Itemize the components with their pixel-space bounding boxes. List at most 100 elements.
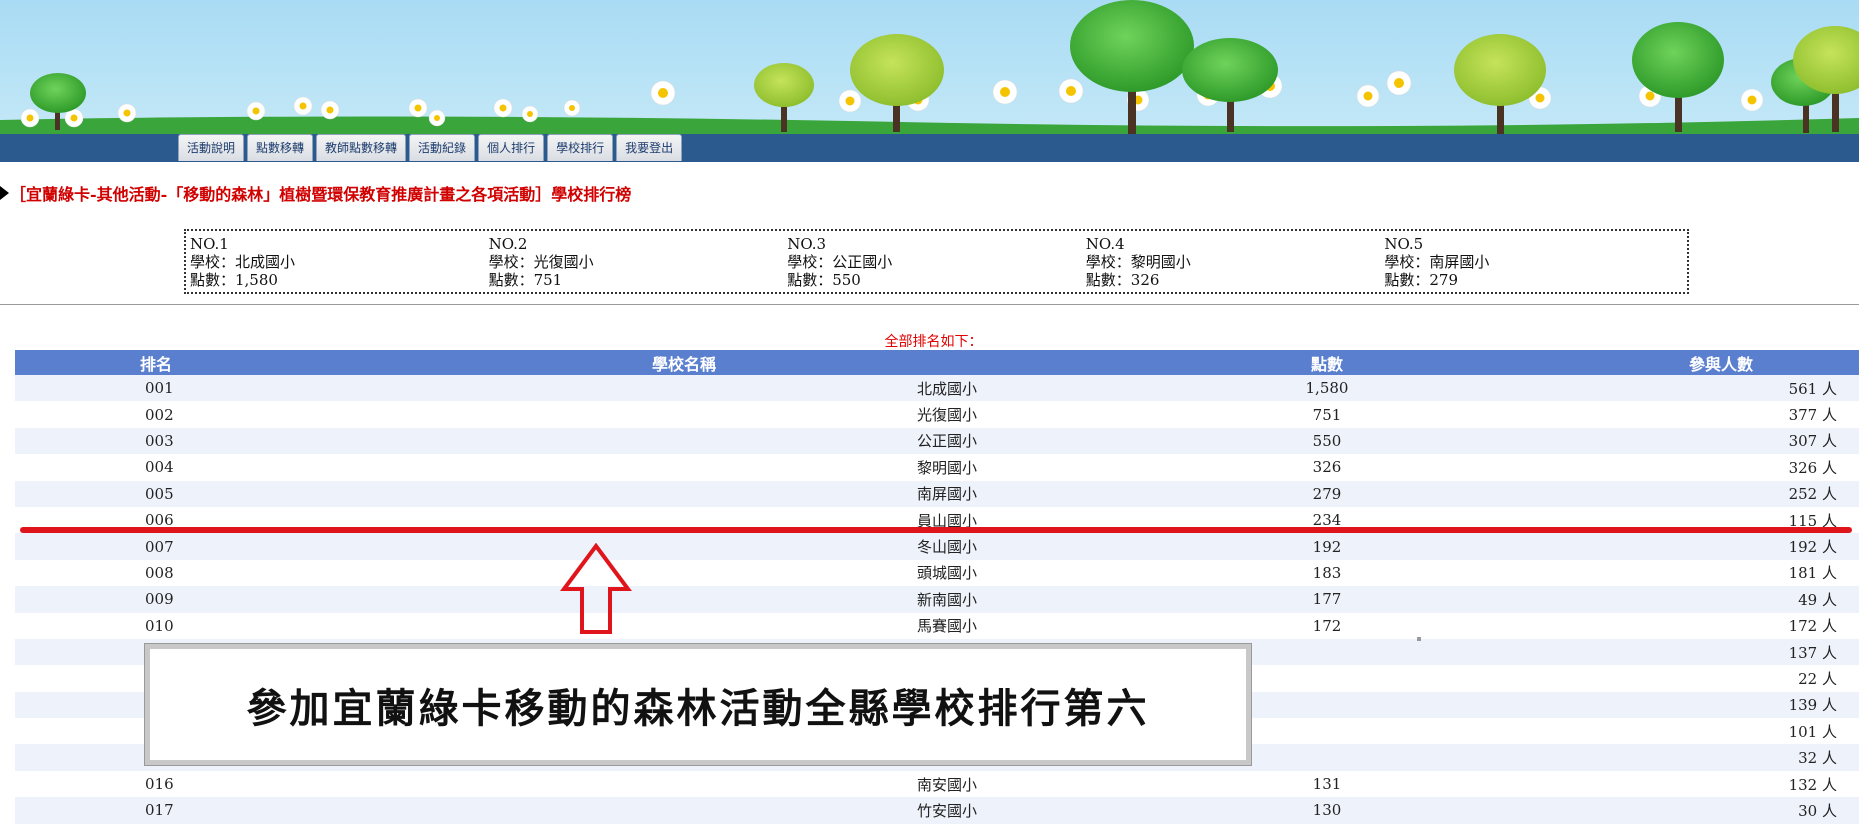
- table-row: 005 南屏國小 279 252 人: [15, 480, 1859, 507]
- column-header-points: 點數: [1071, 350, 1583, 375]
- cell-school-name: 新南國小: [297, 586, 1071, 613]
- cell-points: 183: [1071, 559, 1583, 587]
- cell-rank: 010: [15, 612, 297, 639]
- cell-points: 177: [1071, 586, 1583, 613]
- table-row: 004 黎明國小 326 326 人: [15, 454, 1859, 481]
- top5-summary: NO.1 學校：北成國小 點數：1,580 NO.2 學校：光復國小 點數：75…: [184, 229, 1689, 294]
- cell-points: 130: [1071, 797, 1583, 824]
- tab-teacher-points-transfer[interactable]: 教師點數移轉: [316, 134, 407, 161]
- caption-text: 參加宜蘭綠卡移動的森林活動全縣學校排行第六: [246, 684, 1150, 732]
- cell-participants: 32 人: [1583, 744, 1859, 771]
- cell-school-name: 頭城國小: [297, 559, 1071, 587]
- tab-activity-records[interactable]: 活動紀錄: [409, 134, 476, 161]
- top5-item: NO.3 學校：公正國小 點數：550: [787, 235, 1086, 292]
- cell-participants: 30 人: [1583, 797, 1859, 824]
- cell-participants: 181 人: [1583, 559, 1859, 587]
- tab-school-ranking[interactable]: 學校排行: [547, 134, 614, 161]
- column-header-participants: 參與人數: [1583, 350, 1859, 375]
- top5-school: 學校：黎明國小: [1085, 253, 1191, 271]
- table-row: 009 新南國小 177 49 人: [15, 586, 1859, 613]
- cell-participants: 49 人: [1583, 586, 1859, 613]
- cell-rank: 008: [15, 559, 297, 587]
- stray-mark: [1417, 637, 1421, 641]
- top5-points: 點數：550: [787, 271, 861, 289]
- table-row: 008 頭城國小 183 181 人: [15, 559, 1859, 587]
- cell-rank: 003: [15, 427, 297, 455]
- tab-logout[interactable]: 我要登出: [616, 134, 683, 161]
- cell-points: 550: [1071, 427, 1583, 455]
- cell-points: 279: [1071, 480, 1583, 507]
- top5-points: 點數：279: [1384, 271, 1459, 289]
- cell-points: 1,580: [1071, 375, 1583, 402]
- cell-points: 131: [1071, 770, 1583, 798]
- tab-points-transfer[interactable]: 點數移轉: [247, 134, 314, 161]
- top5-points: 點數：1,580: [190, 271, 278, 289]
- table-row: 007 冬山國小 192 192 人: [15, 533, 1859, 560]
- table-row: 010 馬賽國小 172 172 人: [15, 612, 1859, 639]
- page-title-row: ［宜蘭綠卡-其他活動-「移動的森林」植樹暨環保教育推廣計畫之各項活動］學校排行榜: [0, 183, 632, 204]
- cell-participants: 22 人: [1583, 665, 1859, 692]
- top5-school: 學校：光復國小: [488, 253, 594, 271]
- tab-activity-info[interactable]: 活動說明: [178, 134, 245, 161]
- cell-rank: 016: [15, 770, 297, 798]
- top5-item: NO.5 學校：南屏國小 點數：279: [1384, 235, 1683, 292]
- cell-rank: 017: [15, 797, 297, 824]
- divider: [0, 304, 1859, 305]
- cell-rank: 009: [15, 586, 297, 613]
- top5-rank: NO.4: [1085, 235, 1125, 253]
- cell-rank: 001: [15, 375, 297, 402]
- table-row: 003 公正國小 550 307 人: [15, 427, 1859, 455]
- cell-school-name: 馬賽國小: [297, 612, 1071, 639]
- all-ranking-label: 全部排名如下：: [884, 334, 983, 350]
- top5-rank: NO.1: [190, 235, 229, 253]
- cell-participants: 132 人: [1583, 770, 1859, 798]
- table-header-row: 排名 學校名稱 點數 參與人數: [15, 350, 1859, 375]
- cell-points: 172: [1071, 612, 1583, 639]
- cell-points: 326: [1071, 454, 1583, 481]
- cell-participants: 101 人: [1583, 718, 1859, 745]
- cell-rank: 005: [15, 480, 297, 507]
- top5-school: 學校：南屏國小: [1384, 253, 1490, 271]
- table-row: 002 光復國小 751 377 人: [15, 401, 1859, 428]
- page-title: ［宜蘭綠卡-其他活動-「移動的森林」植樹暨環保教育推廣計畫之各項活動］學校排行榜: [10, 185, 632, 204]
- cell-school-name: 公正國小: [297, 427, 1071, 455]
- cell-points: 751: [1071, 401, 1583, 428]
- cell-participants: 172 人: [1583, 612, 1859, 639]
- top5-points: 點數：326: [1085, 271, 1160, 289]
- table-row: 016 南安國小 131 132 人: [15, 770, 1859, 798]
- column-header-school: 學校名稱: [297, 350, 1071, 375]
- cell-school-name: 竹安國小: [297, 797, 1071, 824]
- cell-participants: 139 人: [1583, 691, 1859, 719]
- top5-item: NO.4 學校：黎明國小 點數：326: [1086, 235, 1385, 292]
- table-row: 017 竹安國小 130 30 人: [15, 797, 1859, 824]
- top5-points: 點數：751: [488, 271, 563, 289]
- tab-personal-ranking[interactable]: 個人排行: [478, 134, 545, 161]
- cell-participants: 307 人: [1583, 427, 1859, 455]
- top5-school: 學校：公正國小: [787, 253, 893, 271]
- cell-participants: 192 人: [1583, 533, 1859, 560]
- column-header-rank: 排名: [15, 350, 297, 375]
- table-row: 001 北成國小 1,580 561 人: [15, 375, 1859, 402]
- cell-participants: 252 人: [1583, 480, 1859, 507]
- cell-school-name: 黎明國小: [297, 454, 1071, 481]
- cell-rank: 007: [15, 533, 297, 560]
- caption-overlay: 參加宜蘭綠卡移動的森林活動全縣學校排行第六: [144, 643, 1252, 766]
- top5-rank: NO.5: [1384, 235, 1424, 253]
- cell-school-name: 北成國小: [297, 375, 1071, 402]
- cell-participants: 561 人: [1583, 375, 1859, 402]
- cell-points: 192: [1071, 533, 1583, 560]
- top5-item: NO.2 學校：光復國小 點數：751: [489, 235, 788, 292]
- cell-school-name: 南安國小: [297, 770, 1071, 798]
- cell-school-name: 南屏國小: [297, 480, 1071, 507]
- cell-participants: 137 人: [1583, 638, 1859, 666]
- cell-school-name: 光復國小: [297, 401, 1071, 428]
- cell-participants: 377 人: [1583, 401, 1859, 428]
- bullet-arrow-icon: [0, 186, 9, 200]
- highlight-underline: [20, 527, 1852, 533]
- main-nav: 活動說明 點數移轉 教師點數移轉 活動紀錄 個人排行 學校排行 我要登出: [178, 134, 683, 161]
- top5-item: NO.1 學校：北成國小 點數：1,580: [190, 235, 489, 292]
- top5-rank: NO.3: [787, 235, 827, 253]
- up-arrow-icon: [560, 543, 632, 634]
- cell-rank: 002: [15, 401, 297, 428]
- cell-school-name: 冬山國小: [297, 533, 1071, 560]
